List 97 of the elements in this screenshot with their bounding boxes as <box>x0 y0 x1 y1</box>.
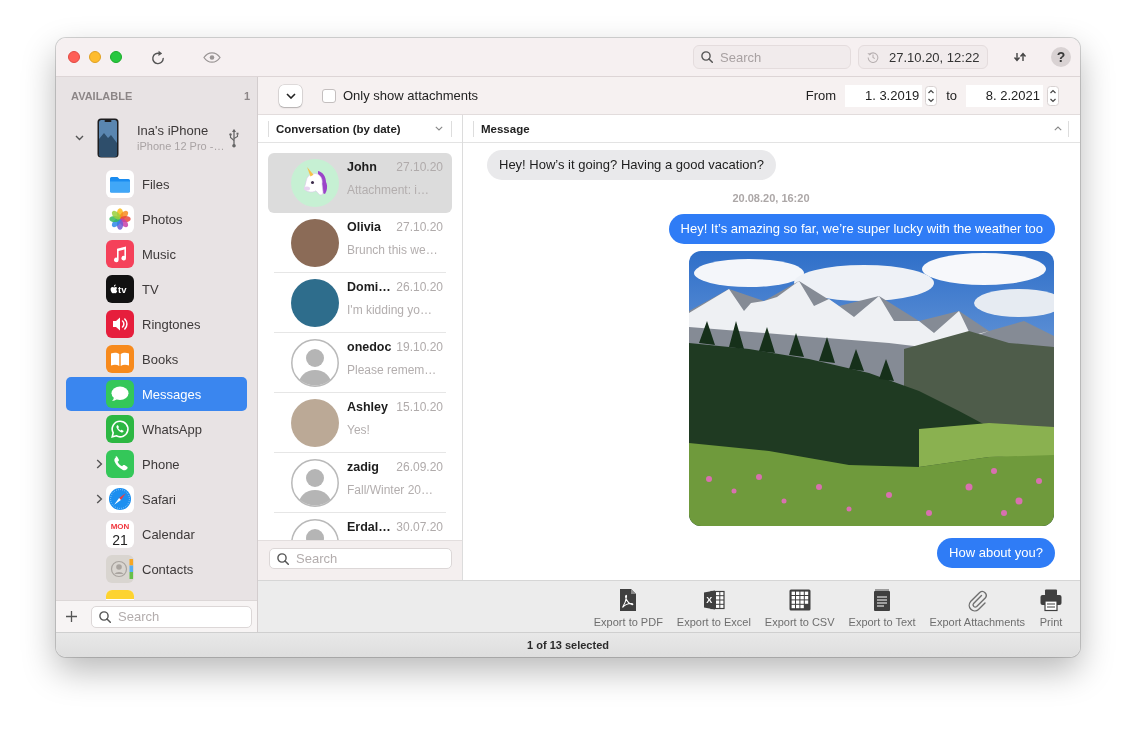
photo-avatar <box>291 399 339 447</box>
chevron-up-icon <box>1054 126 1062 131</box>
message-preview: I'm kidding yo… <box>347 303 433 318</box>
date-field[interactable]: 1. 3.2019 <box>845 84 923 107</box>
add-icon[interactable] <box>66 611 77 622</box>
sidebar-item[interactable]: Photos <box>66 202 247 236</box>
music-note-icon <box>106 240 134 268</box>
stepper-icon[interactable] <box>925 85 938 106</box>
device-model: iPhone 12 Pro -… <box>137 140 226 153</box>
table-grid-icon <box>787 588 812 612</box>
contact-name: Erdal… <box>347 520 391 535</box>
column-header[interactable]: Message <box>473 120 1069 137</box>
contact-name: onedoc <box>347 340 392 355</box>
printer-icon <box>1039 588 1063 612</box>
flower-icon <box>106 205 134 233</box>
photo-avatar <box>291 219 339 267</box>
speaker-icon <box>106 310 134 338</box>
chat-phone-icon <box>106 415 134 443</box>
smartphone-icon <box>97 118 119 158</box>
stepper-icon[interactable] <box>1047 85 1059 106</box>
chevron-down-icon <box>285 92 296 99</box>
device-count: 1 <box>243 90 250 102</box>
export-attachments-button[interactable]: Export Attachments <box>929 588 1025 632</box>
sidebar-item[interactable]: Phone <box>66 447 247 481</box>
sidebar-item[interactable]: Messages <box>66 377 247 411</box>
search-field[interactable]: Search <box>269 548 452 569</box>
sent-message: Hey! It’s amazing so far, we’re super lucky with the weather too <box>668 214 1055 244</box>
contact-name: Ashley <box>347 400 388 415</box>
message-date: 26.09.20 <box>396 460 443 475</box>
export-pdf-button[interactable]: Export to PDF <box>593 588 663 632</box>
chevron-down-icon[interactable] <box>75 133 84 143</box>
search-icon <box>99 610 111 623</box>
search-icon <box>277 552 289 565</box>
sent-message: How about you? <box>937 538 1055 568</box>
sidebar-item[interactable]: Ringtones <box>66 307 247 341</box>
section-header: AVAILABLE <box>71 90 133 102</box>
to-label: to <box>946 88 957 103</box>
search-icon <box>701 51 713 63</box>
column-header[interactable]: Conversation (by date) <box>268 120 452 137</box>
phone-icon <box>106 450 134 478</box>
sidebar-item[interactable]: Music <box>66 237 247 271</box>
export-csv-button[interactable]: Export to CSV <box>764 588 835 632</box>
chevron-right-icon[interactable] <box>96 494 103 504</box>
sort-arrows-icon[interactable] <box>1013 52 1027 62</box>
message-preview: Please remem… <box>347 363 438 378</box>
calendar-icon: MON 21 <box>106 520 134 548</box>
message-date: 19.10.20 <box>396 340 443 355</box>
sidebar-item[interactable]: Contacts <box>66 552 247 586</box>
export-excel-button[interactable]: X Export to Excel <box>676 588 751 632</box>
device-name: Ina's iPhone <box>137 123 210 138</box>
message-date: 15.10.20 <box>396 400 443 415</box>
from-label: From <box>805 88 837 103</box>
contact-name: John <box>347 160 377 175</box>
sidebar-item[interactable]: Books <box>66 342 247 376</box>
sidebar-item[interactable]: Safari <box>66 482 247 516</box>
message-date: 27.10.20 <box>396 220 443 235</box>
export-text-button[interactable]: Export to Text <box>848 588 916 632</box>
message-preview: Fall/Winter 20… <box>347 483 435 498</box>
message-date: 26.10.20 <box>396 280 443 295</box>
chevron-down-icon <box>435 126 443 131</box>
folder-icon <box>106 170 134 198</box>
device-item[interactable]: Ina's iPhone iPhone 12 Pro -… <box>66 115 247 161</box>
reload-icon[interactable] <box>151 49 165 65</box>
sidebar-item[interactable]: Files <box>66 167 247 201</box>
received-message: Hey! How’s it going? Having a good vacation? <box>487 150 776 180</box>
message-timestamp: 20.08.20, 16:20 <box>732 192 810 204</box>
eye-icon[interactable] <box>203 51 221 63</box>
tv-logo-icon: tv <box>106 275 134 303</box>
sidebar-item[interactable]: tv TV <box>66 272 247 306</box>
photo-avatar <box>291 279 339 327</box>
search-field[interactable]: Search <box>693 45 851 69</box>
help-button[interactable]: ? <box>1051 47 1071 67</box>
usb-icon <box>229 128 239 148</box>
chevron-right-icon[interactable] <box>96 459 103 469</box>
contact-name: zadig <box>347 460 379 475</box>
close-button[interactable] <box>68 51 80 63</box>
message-preview: Brunch this we… <box>347 243 439 258</box>
message-preview: Yes! <box>347 423 371 438</box>
checkbox[interactable] <box>322 88 336 103</box>
history-icon <box>867 51 879 63</box>
checkbox-label[interactable]: Only show attachments <box>343 88 479 103</box>
unicorn-avatar <box>291 159 339 207</box>
date-field[interactable]: 8. 2.2021 <box>966 84 1043 107</box>
open-book-icon <box>106 345 134 373</box>
contact-card-icon <box>106 555 134 583</box>
speech-bubble-icon <box>106 380 134 408</box>
status-text: 1 of 13 selected <box>527 639 609 651</box>
print-button[interactable]: Print <box>1039 588 1063 632</box>
contact-name: Olivia <box>347 220 382 235</box>
contact-name: Domi… <box>347 280 391 295</box>
zoom-button[interactable] <box>110 51 122 63</box>
search-field[interactable]: Search <box>91 605 252 628</box>
sidebar-item[interactable]: WhatsApp <box>66 412 247 446</box>
message-date: 30.07.20 <box>396 520 443 535</box>
compass-icon <box>106 485 134 513</box>
dropdown-button[interactable] <box>279 84 302 107</box>
backup-date-button[interactable]: 27.10.20, 12:22 <box>858 45 988 69</box>
